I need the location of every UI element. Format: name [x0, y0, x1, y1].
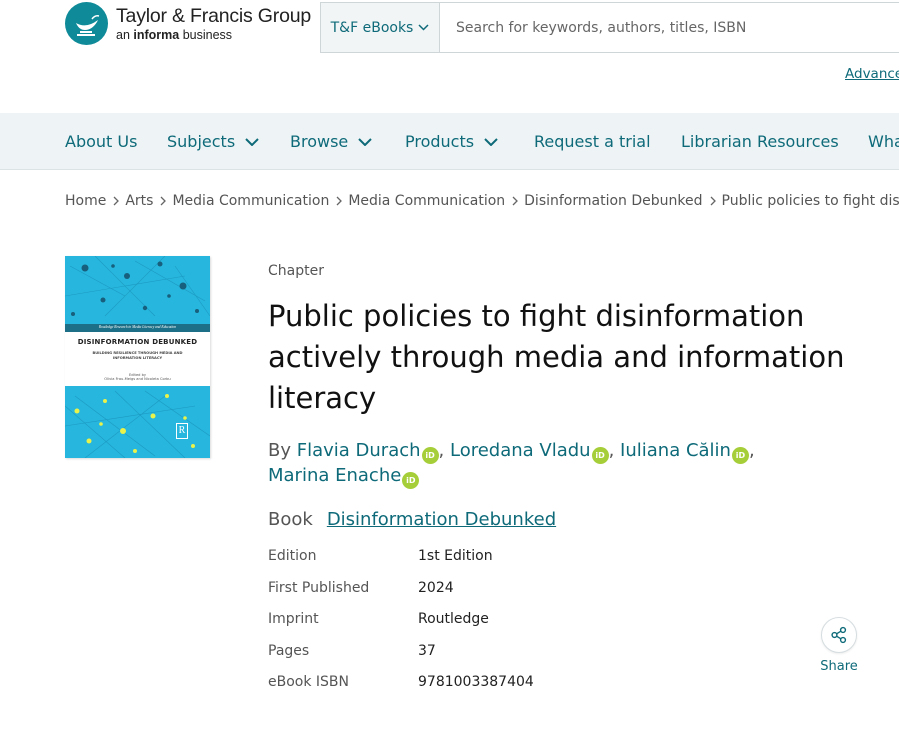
lamp-icon [65, 2, 108, 45]
metadata-value: 2024 [418, 579, 454, 596]
book-cover[interactable]: Routledge Research in Media Literacy and… [65, 256, 210, 458]
metadata-key: First Published [268, 579, 370, 596]
orcid-icon[interactable]: iD [421, 447, 439, 464]
author-link[interactable]: Flavia Durach [297, 440, 421, 461]
breadcrumb-media-communication-2[interactable]: Media Communication [348, 193, 505, 209]
search-input[interactable] [440, 3, 899, 52]
book-title-link[interactable]: Disinformation Debunked [327, 509, 556, 530]
metadata-value: 37 [418, 642, 436, 659]
chevron-right-icon [710, 196, 716, 206]
cover-series: Routledge Research in Media Literacy and… [98, 325, 177, 329]
breadcrumb-home[interactable]: Home [65, 193, 106, 209]
main-nav: About Us Subjects Browse Products Reques… [0, 113, 899, 170]
cover-subtitle: BUILDING RESILIENCE THROUGH MEDIA AND IN… [92, 351, 183, 360]
chevron-down-icon [245, 137, 259, 146]
orcid-icon[interactable]: iD [402, 472, 420, 489]
metadata-key: Pages [268, 642, 310, 659]
chevron-down-icon [358, 137, 372, 146]
cover-editors: Edited by Olivia Frau-Meigs and Nicoleta… [104, 373, 171, 381]
nav-request-trial[interactable]: Request a trial [534, 113, 651, 170]
share-label: Share [820, 659, 858, 674]
cover-title: DISINFORMATION DEBUNKED [77, 338, 198, 346]
metadata-value: 1st Edition [418, 548, 493, 564]
chevron-down-icon [418, 24, 429, 31]
author-link[interactable]: Marina Enache [268, 465, 401, 486]
search-bar: T&F eBooks [320, 2, 899, 53]
share-button[interactable]: Share [820, 617, 858, 674]
breadcrumb-media-communication[interactable]: Media Communication [172, 193, 329, 209]
chevron-right-icon [113, 196, 120, 206]
breadcrumb-book[interactable]: Disinformation Debunked [524, 193, 702, 209]
nav-librarian-resources[interactable]: Librarian Resources [681, 113, 839, 170]
breadcrumb-arts[interactable]: Arts [125, 193, 153, 209]
routledge-logo: R [176, 423, 188, 439]
chevron-down-icon [484, 137, 498, 146]
metadata-key: eBook ISBN [268, 674, 349, 690]
advanced-search-link[interactable]: Advance [845, 66, 899, 82]
chevron-right-icon [512, 196, 519, 206]
book-label: Book [268, 509, 313, 530]
breadcrumb-current: Public policies to fight disinf [721, 193, 899, 209]
breadcrumb: Home Arts Media Communication Media Comm… [65, 193, 899, 209]
share-icon [821, 617, 857, 653]
logo-title: Taylor & Francis Group [116, 5, 311, 27]
nav-whats-new[interactable]: Wha [868, 113, 899, 170]
metadata-key: Edition [268, 548, 317, 564]
author-link[interactable]: Iuliana Călin [620, 440, 731, 461]
metadata-value: 9781003387404 [418, 674, 534, 690]
author-list: By Flavia Durach iD, Loredana Vladu iD, Iu… [268, 439, 868, 489]
book-row: Book Disinformation Debunked [268, 509, 556, 530]
chapter-title: Public policies to fight disinformation … [268, 299, 845, 415]
metadata-value: Routledge [418, 611, 489, 627]
cover-series-strip: Routledge Research in Media Literacy and… [65, 324, 210, 332]
orcid-icon[interactable]: iD [591, 447, 609, 464]
nav-subjects[interactable]: Subjects [167, 113, 259, 170]
author-link[interactable]: Loredana Vladu [450, 440, 591, 461]
nav-products[interactable]: Products [405, 113, 498, 170]
chevron-right-icon [160, 196, 167, 206]
content-type-label: Chapter [268, 263, 324, 279]
metadata-key: Imprint [268, 611, 319, 627]
orcid-icon[interactable]: iD [731, 447, 749, 464]
tf-logo[interactable]: Taylor & Francis Group an informa busine… [65, 2, 311, 45]
search-type-label: T&F eBooks [330, 19, 414, 36]
by-label: By [268, 440, 297, 461]
chevron-right-icon [336, 196, 343, 206]
logo-subtitle: an informa business [116, 28, 233, 42]
nav-about-us[interactable]: About Us [65, 113, 137, 170]
search-type-dropdown[interactable]: T&F eBooks [321, 3, 440, 52]
nav-browse[interactable]: Browse [290, 113, 372, 170]
